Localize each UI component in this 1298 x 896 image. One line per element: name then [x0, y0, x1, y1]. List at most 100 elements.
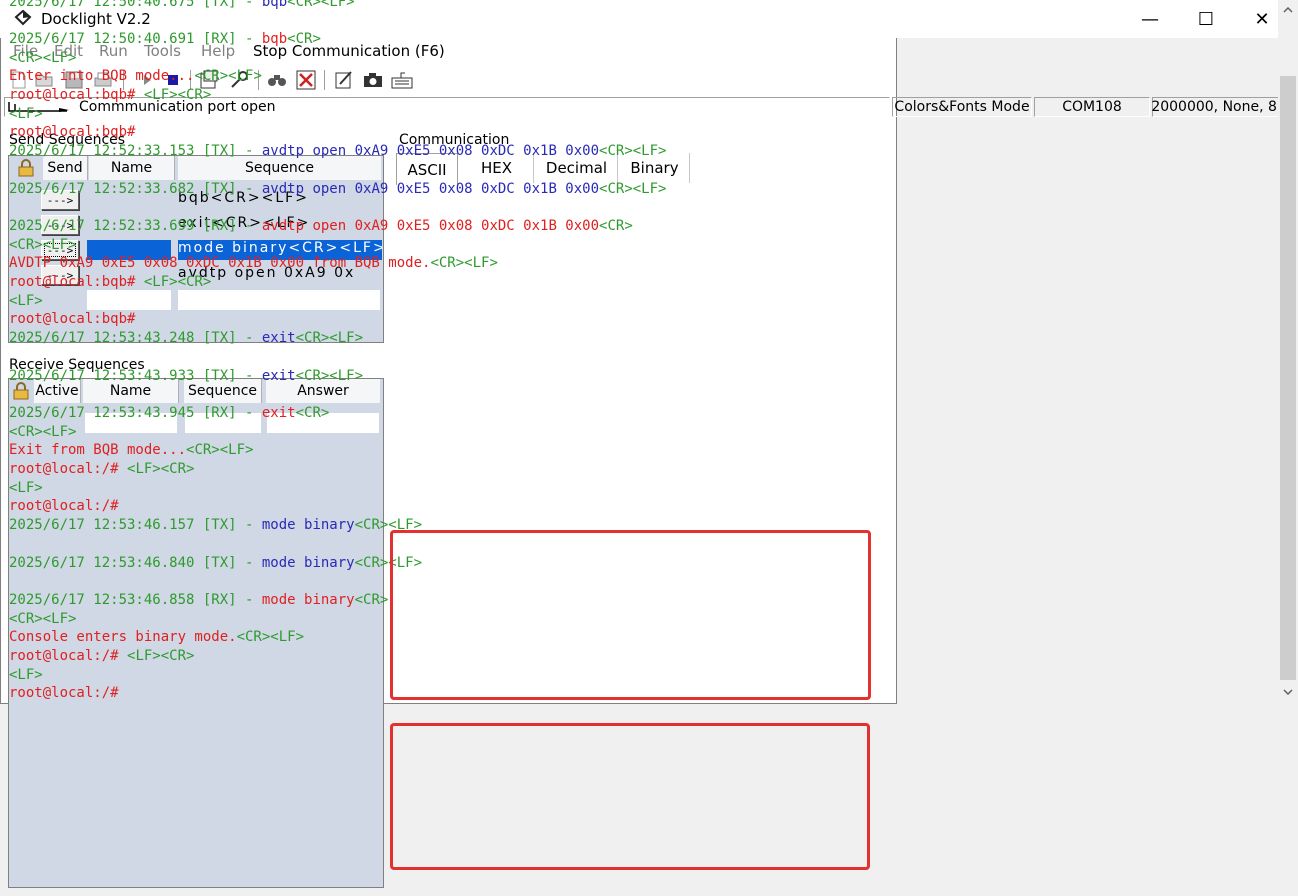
log-line: <CR><LF> [9, 423, 76, 442]
log-line: <LF> [9, 666, 43, 685]
log-segment: 2025/6/17 12:52:33.699 [RX] - [9, 217, 262, 234]
log-segment: 2025/6/17 12:53:46.840 [TX] - [9, 554, 262, 571]
log-segment: avdtp open 0xA9 0xE5 0x08 0xDC 0x1B 0x00 [261, 143, 600, 160]
log-segment: Exit from BQB mode... [9, 442, 187, 459]
log-line: <LF> [9, 292, 43, 311]
log-line: 2025/6/17 12:53:43.945 [RX] - exit<CR> [9, 404, 329, 423]
log-segment: root@local:bqb# [9, 311, 136, 328]
log-segment: Enter into BQB mode... [9, 68, 195, 85]
log-segment: <CR><LF> [9, 610, 77, 627]
new-name-cell[interactable] [87, 290, 171, 310]
highlight-box-mode-binary [390, 723, 870, 870]
log-segment: AVDTP 0xA9 0xE5 0x08 0xDC 0x1B 0x00 from… [9, 255, 431, 272]
log-segment: 2025/6/17 12:52:33.682 [TX] - [9, 180, 262, 197]
keyboard-icon[interactable] [391, 69, 413, 91]
log-line: root@local:bqb# <LF><CR> [9, 86, 211, 105]
log-line: AVDTP 0xA9 0xE5 0x08 0xDC 0x1B 0x00 from… [9, 254, 498, 273]
log-segment: <LF><CR> [143, 87, 212, 103]
log-segment: 2025/6/17 12:50:40.675 [TX] - [9, 0, 262, 10]
log-segment: <CR><LF> [9, 49, 77, 66]
log-segment: <CR><LF> [186, 442, 254, 459]
port-settings-indicator: 2000000, None, 8, 1 [1151, 97, 1295, 117]
log-line: Console enters binary mode.<CR><LF> [9, 628, 304, 647]
log-segment: <LF> [9, 292, 43, 309]
log-segment: exit [261, 404, 296, 421]
log-segment: <CR> [599, 217, 633, 234]
log-segment: <CR> [354, 591, 389, 608]
new-sequence-cell[interactable] [178, 290, 380, 310]
log-segment: <LF><CR> [127, 648, 195, 664]
edit-icon[interactable] [333, 69, 355, 91]
log-line: root@local:/# <LF><CR> [9, 460, 194, 479]
log-line: 2025/6/17 12:52:33.153 [TX] - avdtp open… [9, 142, 666, 161]
log-line: 2025/6/17 12:53:43.248 [TX] - exit<CR><L… [9, 329, 363, 348]
log-segment: <CR><LF> [295, 367, 364, 384]
log-segment: <LF> [9, 666, 43, 683]
log-segment: mode binary [261, 591, 355, 608]
log-line: root@local:/# <LF><CR> [9, 647, 194, 666]
log-line: <CR><LF> [9, 49, 76, 68]
log-segment: root@local:/# [9, 461, 128, 477]
maximize-button[interactable]: ☐ [1178, 0, 1234, 38]
log-line: Enter into BQB mode...<CR><LF> [9, 67, 262, 86]
log-segment: mode binary [261, 517, 355, 534]
log-segment: <CR><LF> [194, 68, 262, 85]
log-segment: <CR><LF> [9, 423, 77, 440]
log-line: root@local:bqb# [9, 310, 135, 329]
toolbar-separator [324, 70, 326, 90]
log-segment: 2025/6/17 12:53:46.157 [TX] - [9, 517, 262, 534]
log-line: 2025/6/17 12:53:46.840 [TX] - mode binar… [9, 554, 422, 573]
camera-icon[interactable] [362, 69, 384, 91]
mode-indicator: Colors&Fonts Mode [892, 97, 1032, 117]
log-segment: root@local:bqb# [9, 124, 136, 141]
log-segment: 2025/6/17 12:53:43.933 [TX] - [9, 367, 262, 384]
log-segment: <CR><LF> [430, 255, 498, 272]
log-line: Exit from BQB mode...<CR><LF> [9, 441, 253, 460]
clear-icon[interactable] [295, 69, 317, 91]
log-segment: <LF> [9, 105, 43, 122]
log-segment: <CR><LF> [287, 0, 355, 10]
log-line: root@local:bqb# [9, 123, 135, 142]
log-line: <LF> [9, 479, 43, 498]
log-segment: <CR><LF> [9, 236, 77, 253]
com-port-indicator: COM108 [1034, 97, 1150, 117]
log-segment: bqb [261, 30, 288, 47]
highlight-box-exit [390, 530, 871, 700]
log-line: 2025/6/17 12:53:46.157 [TX] - mode binar… [9, 516, 422, 535]
log-line: <CR><LF> [9, 610, 76, 629]
log-line: 2025/6/17 12:50:40.691 [RX] - bqb<CR> [9, 30, 321, 49]
log-segment: root@local:/# [9, 498, 119, 515]
log-line: root@local:/# [9, 497, 119, 516]
log-line: 2025/6/17 12:53:43.933 [TX] - exit<CR><L… [9, 367, 363, 386]
minimize-button[interactable]: — [1122, 0, 1178, 38]
log-line: 2025/6/17 12:52:33.699 [RX] - avdtp open… [9, 217, 633, 236]
log-segment: 2025/6/17 12:53:46.858 [RX] - [9, 591, 262, 608]
log-segment: <CR> [287, 30, 321, 47]
log-segment: exit [261, 367, 296, 384]
log-line: 2025/6/17 12:53:46.858 [RX] - mode binar… [9, 591, 388, 610]
log-segment: root@local:/# [9, 648, 128, 664]
log-segment: <LF> [9, 479, 43, 496]
log-line: 2025/6/17 12:52:33.682 [TX] - avdtp open… [9, 180, 666, 199]
log-line: <LF> [9, 105, 43, 124]
log-line: 2025/6/17 12:50:40.675 [TX] - bqb<CR><LF… [9, 0, 355, 11]
log-segment: <CR><LF> [236, 629, 305, 646]
log-segment: <CR><LF> [295, 330, 364, 347]
log-segment: <CR> [295, 404, 330, 421]
log-line: root@local:/# [9, 684, 119, 703]
log-segment: Console enters binary mode. [9, 629, 237, 646]
log-segment: <CR><LF> [599, 143, 667, 160]
log-segment: <CR><LF> [599, 180, 667, 197]
log-segment: 2025/6/17 12:53:43.945 [RX] - [9, 404, 262, 421]
docklight-logo-icon [14, 9, 32, 26]
log-segment: 2025/6/17 12:53:43.248 [TX] - [9, 330, 262, 347]
log-segment: root@local:bqb# [9, 274, 144, 290]
log-segment: root@local:bqb# [9, 87, 144, 103]
log-segment: avdtp open 0xA9 0xE5 0x08 0xDC 0x1B 0x00 [261, 217, 600, 234]
log-segment: exit [261, 330, 296, 347]
window-title: Docklight V2.2 [41, 10, 151, 28]
find-icon[interactable] [266, 69, 288, 91]
log-segment: <LF><CR> [143, 274, 212, 290]
log-segment: 2025/6/17 12:50:40.691 [RX] - [9, 30, 262, 47]
log-segment: bqb [261, 0, 288, 10]
